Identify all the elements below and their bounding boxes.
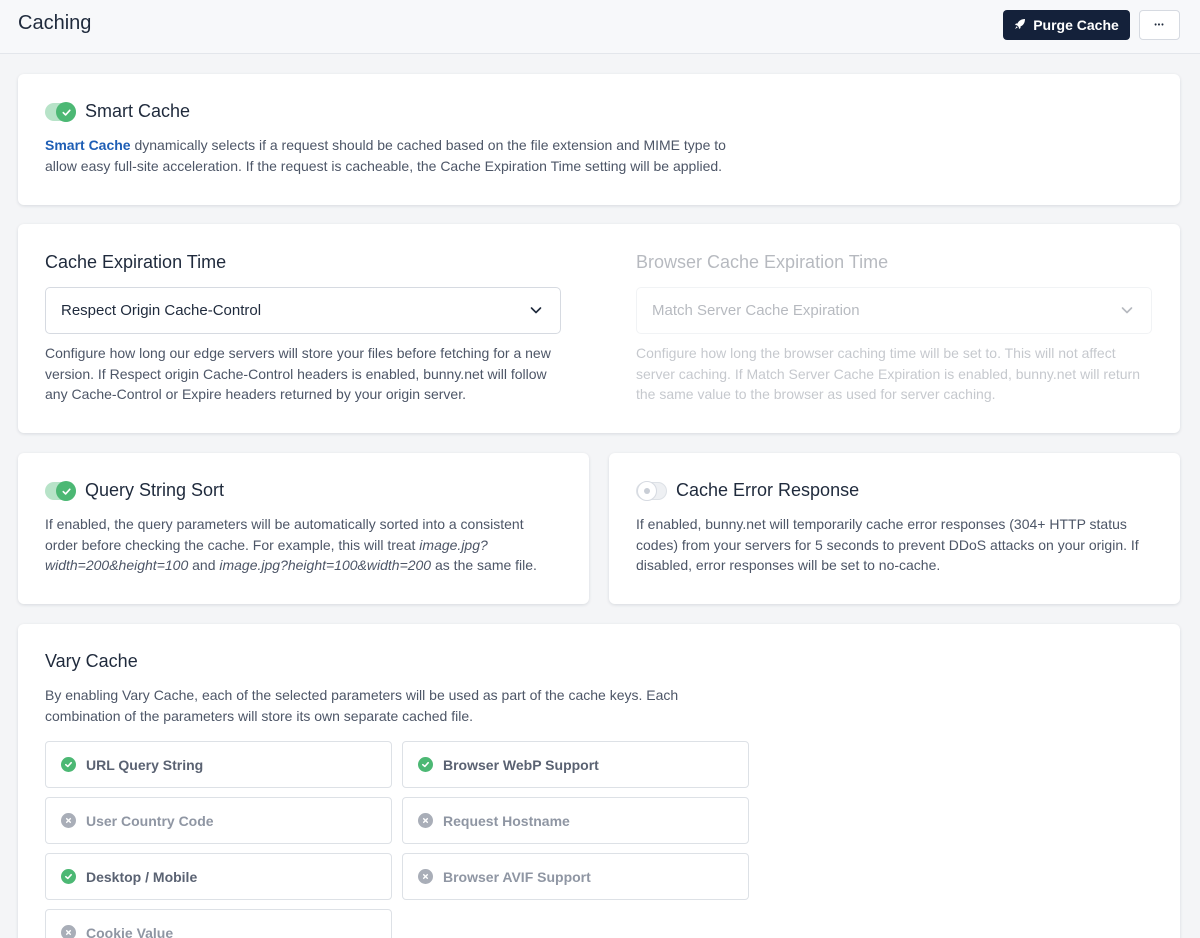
vary-option-label: Cookie Value xyxy=(86,924,174,938)
cache-expiration-title: Cache Expiration Time xyxy=(45,252,227,272)
smart-cache-card: Smart Cache Smart Cache dynamically sele… xyxy=(18,74,1180,205)
cache-error-response-toggle[interactable] xyxy=(636,481,667,501)
cache-expiration-value: Respect Origin Cache-Control xyxy=(61,302,262,319)
vary-option-desktop-mobile[interactable]: Desktop / Mobile xyxy=(45,853,392,900)
browser-cache-description: Configure how long the browser caching t… xyxy=(636,345,1140,403)
purge-cache-button[interactable]: Purge Cache xyxy=(1003,10,1130,40)
query-string-sort-card: Query String Sort If enabled, the query … xyxy=(18,453,589,604)
check-circle-icon xyxy=(61,757,76,772)
cache-expiration-description: Configure how long our edge servers will… xyxy=(45,345,551,403)
check-icon xyxy=(56,102,76,122)
vary-option-cookie-value[interactable]: Cookie Value xyxy=(45,909,392,938)
smart-cache-description: Smart Cache dynamically selects if a req… xyxy=(45,137,726,174)
vary-option-browser-webp-support[interactable]: Browser WebP Support xyxy=(402,741,749,788)
toggle-knob-icon xyxy=(637,481,657,501)
query-string-sort-toggle[interactable] xyxy=(45,481,76,501)
top-bar: Caching Purge Cache ••• xyxy=(0,0,1200,54)
vary-cache-card: Vary Cache By enabling Vary Cache, each … xyxy=(18,624,1180,938)
more-options-button[interactable]: ••• xyxy=(1139,10,1180,40)
vary-option-label: Browser AVIF Support xyxy=(443,868,591,885)
check-circle-icon xyxy=(61,869,76,884)
browser-cache-title: Browser Cache Expiration Time xyxy=(636,252,889,272)
x-circle-icon xyxy=(418,869,433,884)
check-circle-icon xyxy=(418,757,433,772)
page-title: Caching xyxy=(18,12,92,34)
check-icon xyxy=(56,481,76,501)
vary-option-label: User Country Code xyxy=(86,812,214,829)
cache-error-response-title: Cache Error Response xyxy=(676,480,860,500)
query-string-sort-description: If enabled, the query parameters will be… xyxy=(45,516,537,574)
browser-cache-select[interactable]: Match Server Cache Expiration xyxy=(636,287,1152,334)
more-icon: ••• xyxy=(1154,21,1165,29)
vary-option-user-country-code[interactable]: User Country Code xyxy=(45,797,392,844)
vary-option-url-query-string[interactable]: URL Query String xyxy=(45,741,392,788)
cache-error-response-description: If enabled, bunny.net will temporarily c… xyxy=(636,516,1139,574)
vary-option-label: Browser WebP Support xyxy=(443,756,599,773)
x-circle-icon xyxy=(61,813,76,828)
smart-cache-toggle[interactable] xyxy=(45,102,76,122)
x-circle-icon xyxy=(418,813,433,828)
chevron-down-icon xyxy=(1121,307,1133,314)
cache-error-response-card: Cache Error Response If enabled, bunny.n… xyxy=(609,453,1180,604)
x-circle-icon xyxy=(61,925,76,938)
vary-option-label: Request Hostname xyxy=(443,812,570,829)
browser-cache-value: Match Server Cache Expiration xyxy=(652,302,860,319)
purge-cache-label: Purge Cache xyxy=(1033,17,1119,33)
query-string-sort-title: Query String Sort xyxy=(85,480,225,500)
vary-option-label: Desktop / Mobile xyxy=(86,868,198,885)
vary-cache-description: By enabling Vary Cache, each of the sele… xyxy=(45,687,679,724)
cache-expiration-select[interactable]: Respect Origin Cache-Control xyxy=(45,287,561,334)
vary-cache-title: Vary Cache xyxy=(45,651,138,671)
vary-option-browser-avif-support[interactable]: Browser AVIF Support xyxy=(402,853,749,900)
rocket-icon xyxy=(1014,17,1026,33)
vary-option-request-hostname[interactable]: Request Hostname xyxy=(402,797,749,844)
vary-option-label: URL Query String xyxy=(86,756,204,773)
chevron-down-icon xyxy=(530,307,542,314)
smart-cache-link[interactable]: Smart Cache xyxy=(45,137,131,153)
expiration-card: Cache Expiration Time Respect Origin Cac… xyxy=(18,224,1180,433)
smart-cache-title: Smart Cache xyxy=(85,101,191,121)
